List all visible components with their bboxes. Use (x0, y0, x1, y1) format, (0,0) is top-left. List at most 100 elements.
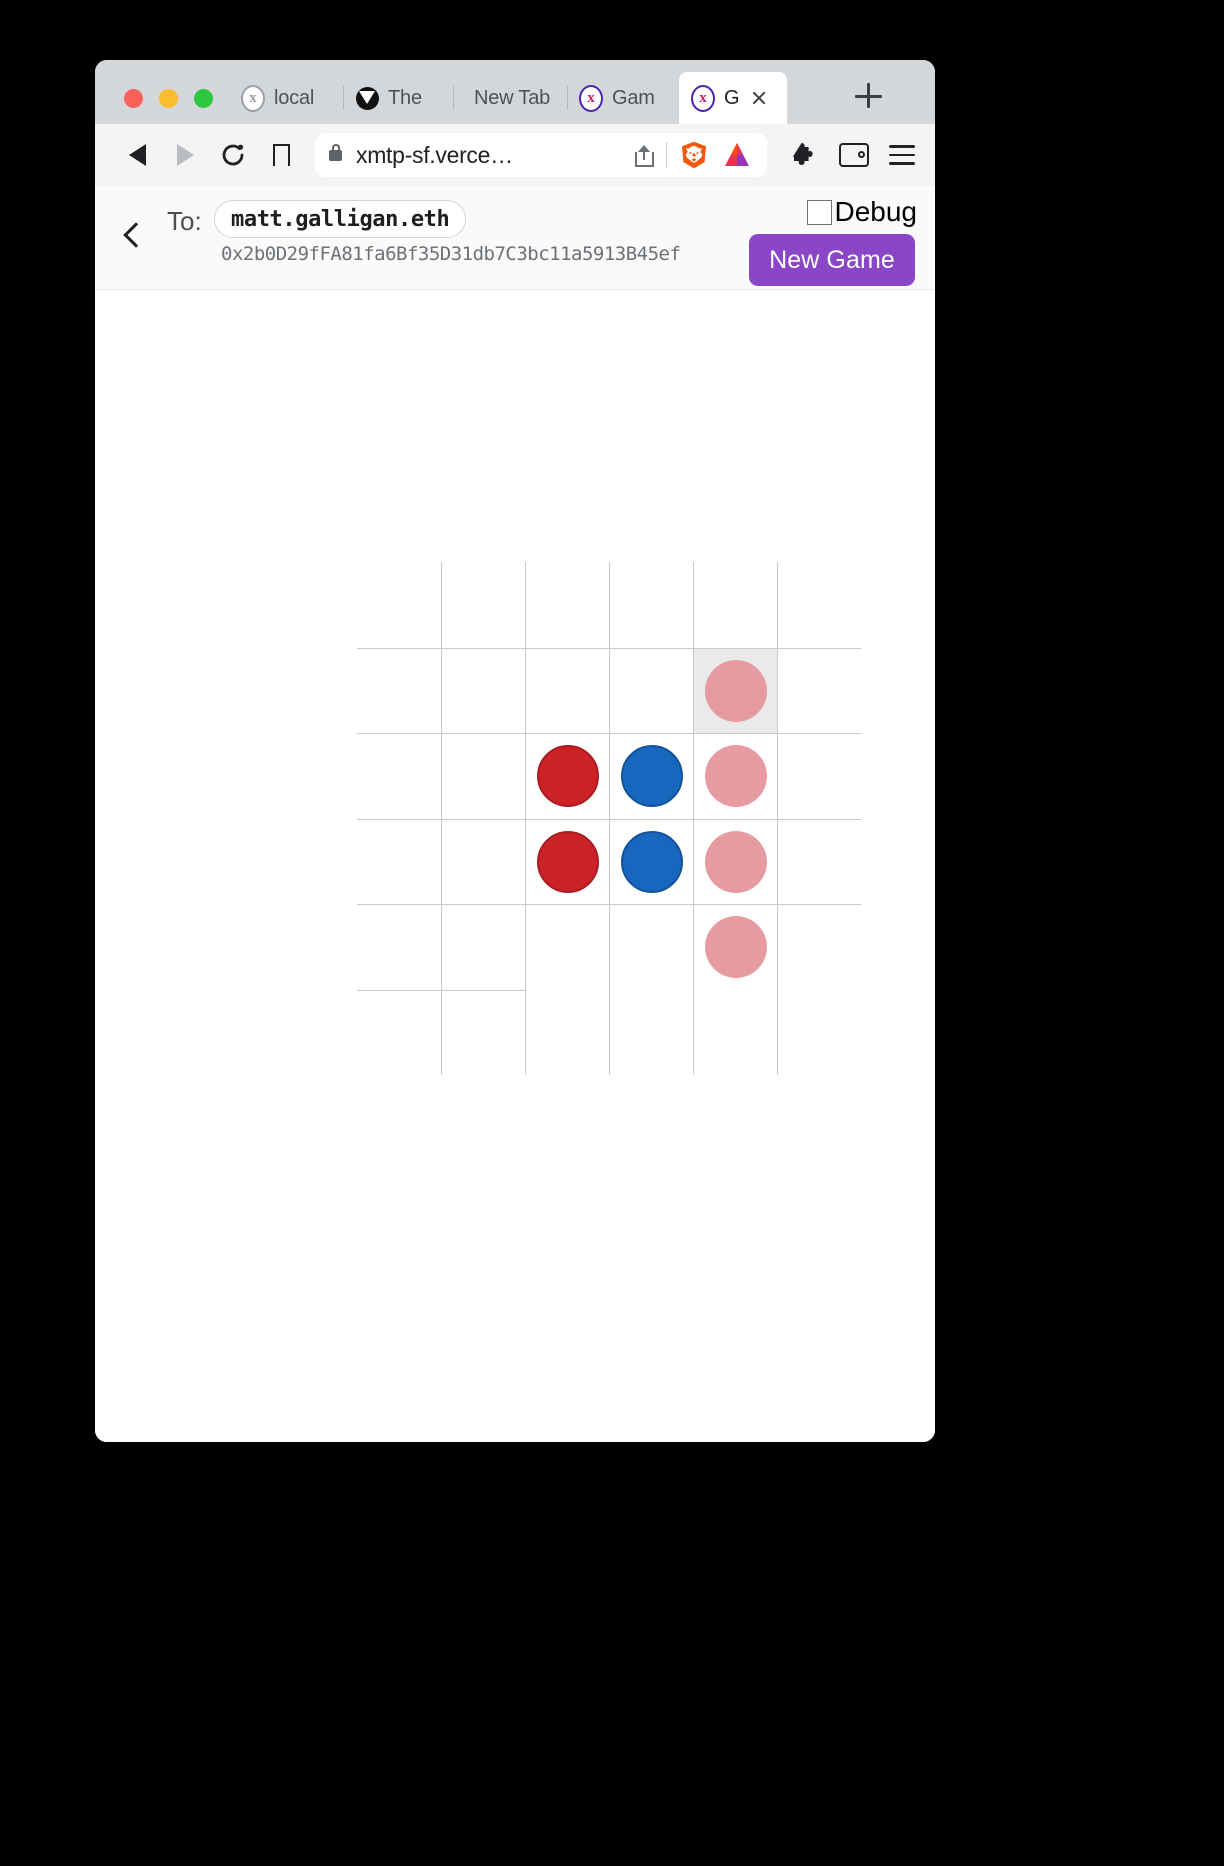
board-cell-r5c2[interactable] (525, 989, 609, 1075)
recipient-address-text: 0x2b0D29fFA81fa6Bf35D31db7C3bc11a5913B45… (221, 243, 681, 265)
game-board[interactable] (357, 562, 861, 1075)
board-cell-r0c3[interactable] (609, 562, 693, 648)
board-cell-r0c1[interactable] (441, 562, 525, 648)
piece-ghost[interactable] (704, 916, 767, 979)
bookmark-button[interactable] (259, 133, 303, 177)
board-cell-r4c3[interactable] (609, 904, 693, 990)
reload-button[interactable] (211, 133, 255, 177)
extensions-button[interactable] (789, 140, 819, 170)
wallet-button[interactable] (839, 143, 869, 167)
debug-label: Debug (834, 196, 917, 227)
debug-checkbox[interactable] (807, 199, 833, 225)
board-cell-r0c2[interactable] (525, 562, 609, 648)
board-cell-r1c1[interactable] (441, 647, 525, 733)
share-icon[interactable] (634, 143, 654, 167)
recipient-pill[interactable]: matt.galligan.eth (214, 200, 467, 238)
maximize-window-button[interactable] (194, 89, 213, 108)
board-cell-r5c5[interactable] (777, 989, 861, 1075)
board-cell-r0c4[interactable] (693, 562, 777, 648)
board-cell-r1c2[interactable] (525, 647, 609, 733)
back-button[interactable] (115, 133, 159, 177)
back-chevron-icon[interactable] (123, 222, 149, 248)
board-row (357, 562, 861, 648)
board-row (357, 904, 861, 990)
tab-label: New Tab (474, 86, 551, 109)
board-cell-r2c2[interactable] (525, 733, 609, 819)
xmtp-gray-icon: x (241, 84, 265, 112)
address-bar[interactable]: xmtp-sf.verce… (315, 133, 767, 177)
app-header: To: matt.galligan.eth 0x2b0D29fFA81fa6Bf… (95, 186, 935, 290)
board-cell-r4c2[interactable] (525, 904, 609, 990)
browser-toolbar: xmtp-sf.verce… (95, 124, 935, 186)
menu-button[interactable] (889, 145, 915, 165)
close-tab-icon[interactable] (748, 87, 770, 109)
board-cell-r3c3[interactable] (609, 818, 693, 904)
tab-label: The (388, 86, 422, 109)
tab-the[interactable]: The (343, 72, 453, 124)
board-cell-r0c0[interactable] (357, 562, 441, 648)
board-cell-r0c5[interactable] (777, 562, 861, 648)
traffic-lights (124, 89, 213, 108)
piece-blue[interactable] (620, 830, 683, 893)
board-cell-r2c5[interactable] (777, 733, 861, 819)
url-text: xmtp-sf.verce… (356, 141, 513, 168)
minimize-window-button[interactable] (159, 89, 178, 108)
piece-ghost[interactable] (704, 745, 767, 808)
piece-red[interactable] (536, 745, 599, 808)
board-cell-r1c0[interactable] (357, 647, 441, 734)
new-tab-button[interactable] (851, 78, 885, 112)
board-cell-r2c1[interactable] (441, 733, 525, 819)
browser-window: x local The New Tab x Gam x G xmtp-sf.ve… (95, 60, 935, 1442)
piece-red[interactable] (536, 830, 599, 893)
board-cell-r3c1[interactable] (441, 818, 525, 904)
board-cell-r1c3[interactable] (609, 647, 693, 733)
board-row (357, 647, 861, 734)
board-cell-r1c5[interactable] (777, 647, 861, 733)
new-game-label: New Game (769, 245, 895, 274)
board-cell-r3c0[interactable] (357, 818, 441, 905)
lock-icon (329, 143, 342, 161)
tab-label: G (724, 86, 740, 109)
tab-list: x local The New Tab x Gam x G (229, 72, 787, 124)
forward-arrow-icon (176, 144, 194, 166)
tab-local[interactable]: x local (229, 72, 343, 124)
tab-gam[interactable]: x Gam (567, 72, 679, 124)
board-cell-r5c1[interactable] (441, 989, 525, 1075)
bookmark-icon (272, 144, 290, 166)
recipient-ens-text: matt.galligan.eth (231, 206, 450, 232)
board-cell-r1c4[interactable] (693, 647, 777, 733)
close-window-button[interactable] (124, 89, 143, 108)
to-label: To: (167, 206, 202, 236)
dark-triangle-icon (355, 86, 379, 110)
board-cell-r3c4[interactable] (693, 818, 777, 904)
board-cell-r4c4[interactable] (693, 904, 777, 990)
board-cell-r2c0[interactable] (357, 733, 441, 819)
board-cell-r4c0[interactable] (357, 904, 441, 990)
forward-button[interactable] (163, 133, 207, 177)
divider (665, 142, 667, 168)
brave-lion-icon[interactable] (679, 140, 709, 170)
board-row (357, 818, 861, 905)
debug-toggle[interactable]: Debug (807, 196, 917, 228)
reload-icon (222, 144, 244, 166)
tab-new-tab[interactable]: New Tab (453, 72, 567, 124)
board-cell-r5c4[interactable] (693, 989, 777, 1075)
board-cell-r4c1[interactable] (441, 904, 525, 990)
board-cell-r5c0[interactable] (357, 989, 441, 1076)
piece-ghost[interactable] (704, 830, 767, 893)
board-cell-r2c3[interactable] (609, 733, 693, 819)
tab-label: local (274, 86, 315, 109)
piece-blue[interactable] (620, 745, 683, 808)
xmtp-purple-icon: x (579, 84, 603, 112)
xmtp-purple-icon: x (691, 84, 715, 112)
board-cell-r2c4[interactable] (693, 733, 777, 819)
board-cell-r4c5[interactable] (777, 904, 861, 990)
bat-triangle-icon[interactable] (721, 140, 753, 170)
board-cell-r3c5[interactable] (777, 818, 861, 904)
tab-strip: x local The New Tab x Gam x G (95, 60, 935, 124)
piece-ghost[interactable] (704, 659, 767, 722)
board-cell-r5c3[interactable] (609, 989, 693, 1075)
new-game-button[interactable]: New Game (749, 234, 915, 286)
tab-game-active[interactable]: x G (679, 72, 787, 124)
board-cell-r3c2[interactable] (525, 818, 609, 904)
